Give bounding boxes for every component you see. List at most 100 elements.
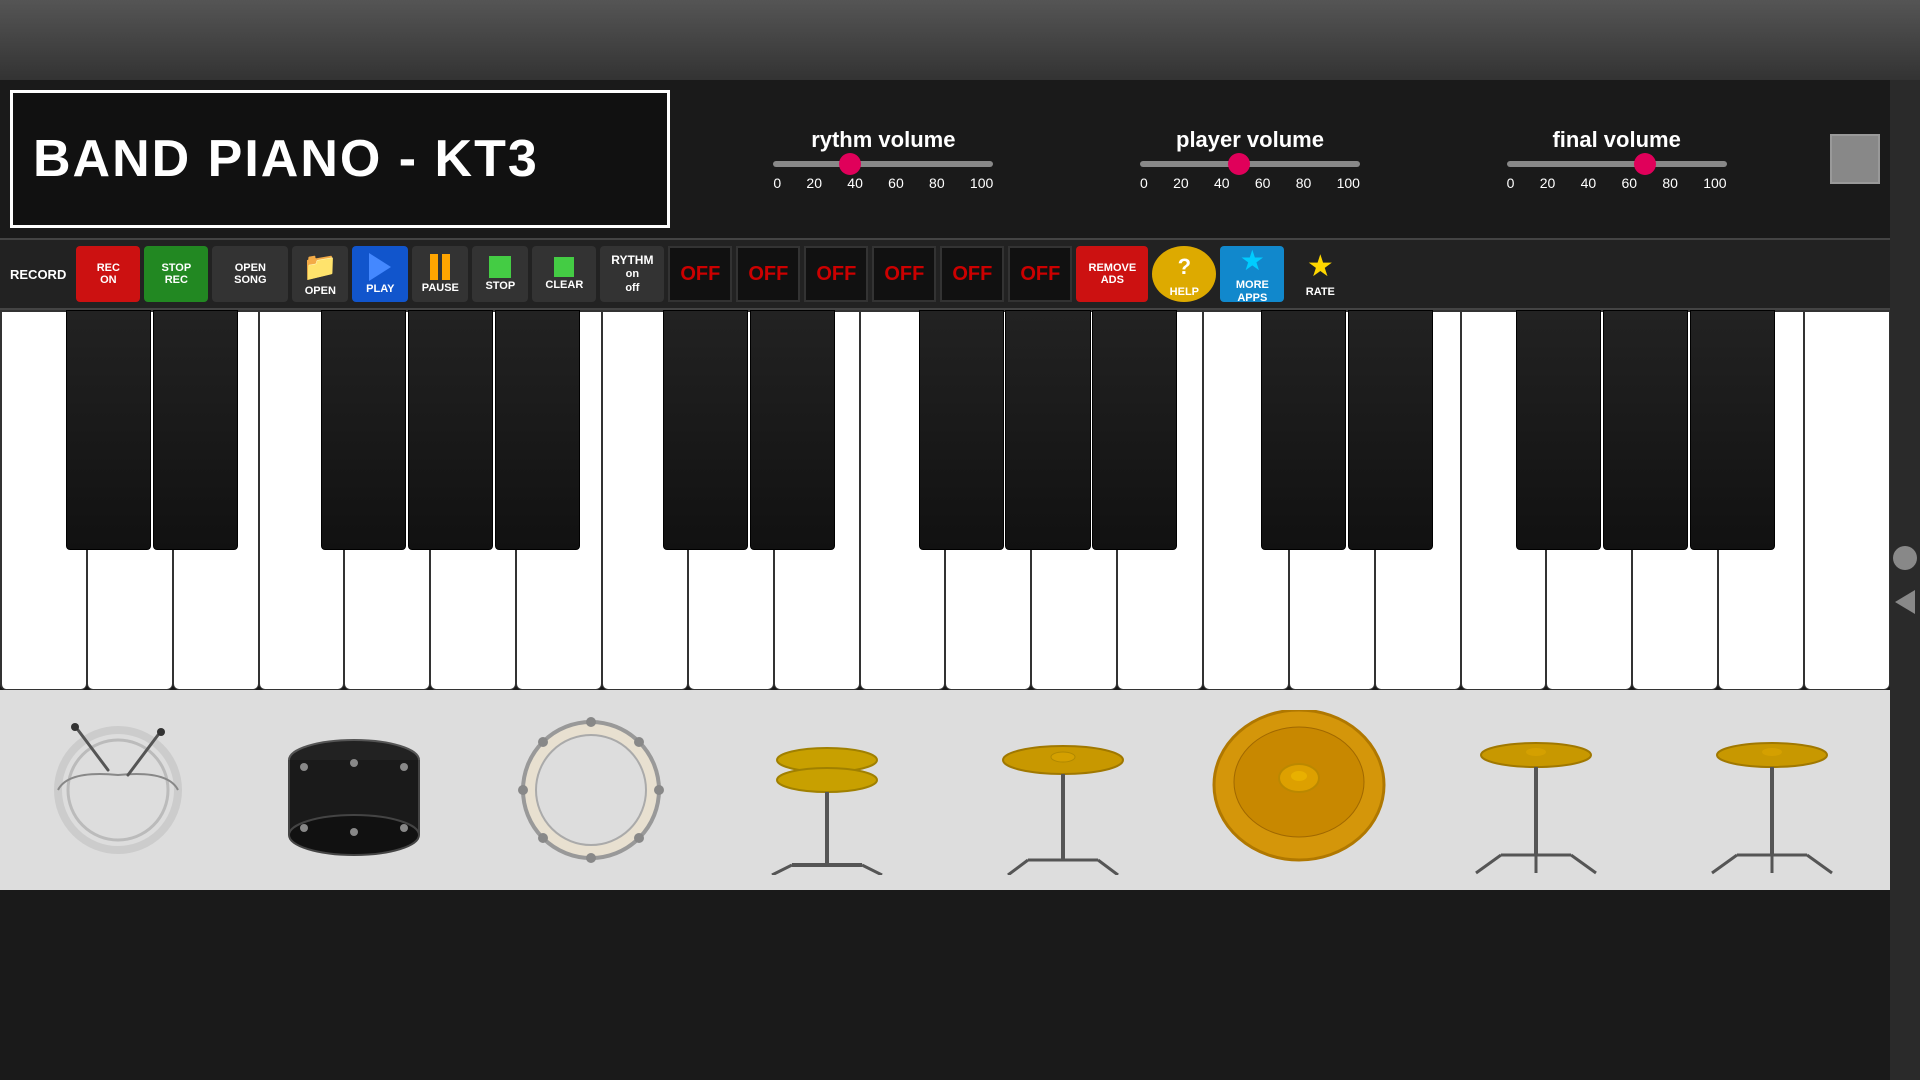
player-slider-container: 0 20 40 60 80 100	[1140, 161, 1360, 191]
title-box: BAND PIANO - KT3	[10, 90, 670, 228]
cymbal-stand-right[interactable]	[1418, 700, 1654, 880]
black-key-8[interactable]	[919, 310, 1004, 550]
final-volume-label: final volume	[1552, 127, 1680, 153]
pause-icon	[430, 254, 450, 280]
rythm-slider-thumb[interactable]	[839, 153, 861, 175]
snare-drum-svg	[48, 720, 188, 860]
final-slider-track[interactable]	[1507, 161, 1727, 167]
snare-drum[interactable]	[0, 700, 236, 880]
stop-rec-button[interactable]: STOPREC	[144, 246, 208, 302]
off-text-1: OFF	[680, 263, 720, 286]
tom-drum-svg	[279, 715, 429, 865]
volume-section: rythm volume 0 20 40 60 80 100	[680, 80, 1820, 238]
bass-drum-svg	[516, 715, 666, 865]
open-button[interactable]: 📁 OPEN	[292, 246, 348, 302]
play-label: PLAY	[366, 283, 394, 295]
rec-on-label: RECON	[97, 262, 120, 286]
player-slider-track[interactable]	[1140, 161, 1360, 167]
open-label: OPEN	[305, 285, 336, 297]
off-button-5[interactable]: OFF	[940, 246, 1004, 302]
open-song-button[interactable]: OPENSONG	[212, 246, 288, 302]
off-text-2: OFF	[748, 263, 788, 286]
clear-icon	[554, 257, 574, 277]
stop-icon	[489, 256, 511, 278]
final-slider-thumb[interactable]	[1634, 153, 1656, 175]
clear-label: CLEAR	[545, 279, 583, 291]
player-slider-thumb[interactable]	[1228, 153, 1250, 175]
rythm-volume-label: rythm volume	[811, 127, 955, 153]
settings-square[interactable]	[1830, 134, 1880, 184]
black-key-10[interactable]	[1092, 310, 1177, 550]
cymbal-stand-far-right[interactable]	[1654, 700, 1890, 880]
black-key-1[interactable]	[66, 310, 151, 550]
rythm-slider-track[interactable]	[773, 161, 993, 167]
rec-on-button[interactable]: RECON	[76, 246, 140, 302]
top-bar	[0, 0, 1920, 80]
side-circle[interactable]	[1893, 546, 1917, 570]
clear-button[interactable]: CLEAR	[532, 246, 596, 302]
off-button-6[interactable]: OFF	[1008, 246, 1072, 302]
black-key-12[interactable]	[1348, 310, 1433, 550]
rythm-label: RYTHMonoff	[611, 254, 653, 294]
off-text-6: OFF	[1020, 263, 1060, 286]
black-key-2[interactable]	[153, 310, 238, 550]
black-key-7[interactable]	[750, 310, 835, 550]
crash-svg	[988, 705, 1138, 875]
off-button-4[interactable]: OFF	[872, 246, 936, 302]
stop-rec-label: STOPREC	[161, 262, 191, 286]
toolbar: RECORD RECON STOPREC OPENSONG 📁 OPEN PLA…	[0, 240, 1890, 310]
black-key-9[interactable]	[1005, 310, 1090, 550]
hihat-svg	[752, 705, 902, 875]
rate-label: RATE	[1306, 286, 1335, 298]
keys-container	[0, 310, 1890, 690]
off-text-4: OFF	[884, 263, 924, 286]
stop-label: STOP	[485, 280, 515, 292]
black-key-5[interactable]	[495, 310, 580, 550]
pause-button[interactable]: PAUSE	[412, 246, 468, 302]
black-key-6[interactable]	[663, 310, 748, 550]
black-key-11[interactable]	[1261, 310, 1346, 550]
stop-button[interactable]: STOP	[472, 246, 528, 302]
help-label: HELP	[1170, 286, 1199, 298]
app-title: BAND PIANO - KT3	[33, 129, 539, 189]
cymbal-stand-right-svg	[1461, 705, 1611, 875]
rate-icon: ★	[1307, 249, 1334, 284]
rythm-button[interactable]: RYTHMonoff	[600, 246, 664, 302]
header-section: BAND PIANO - KT3 rythm volume 0 20 40 60…	[0, 80, 1890, 240]
rythm-slider-labels: 0 20 40 60 80 100	[773, 175, 993, 191]
tom-drum[interactable]	[236, 700, 472, 880]
help-button[interactable]: ? HELP	[1152, 246, 1216, 302]
off-text-5: OFF	[952, 263, 992, 286]
player-slider-labels: 0 20 40 60 80 100	[1140, 175, 1360, 191]
player-volume-label: player volume	[1176, 127, 1324, 153]
black-key-13[interactable]	[1516, 310, 1601, 550]
final-slider-labels: 0 20 40 60 80 100	[1507, 175, 1727, 191]
black-key-3[interactable]	[321, 310, 406, 550]
white-key-22[interactable]	[1804, 310, 1890, 690]
record-label: RECORD	[10, 267, 66, 282]
play-button[interactable]: PLAY	[352, 246, 408, 302]
black-key-4[interactable]	[408, 310, 493, 550]
off-text-3: OFF	[816, 263, 856, 286]
rate-button[interactable]: ★ RATE	[1288, 246, 1352, 302]
play-icon	[369, 253, 391, 281]
black-key-14[interactable]	[1603, 310, 1688, 550]
more-apps-label: MOREAPPS	[1236, 279, 1269, 303]
bass-drum[interactable]	[473, 700, 709, 880]
crash-cymbal-stand[interactable]	[945, 700, 1181, 880]
off-button-3[interactable]: OFF	[804, 246, 868, 302]
more-apps-button[interactable]: ★ MOREAPPS	[1220, 246, 1284, 302]
side-arrow-left[interactable]	[1895, 590, 1915, 614]
open-song-label: OPENSONG	[234, 262, 266, 286]
ride-cymbal[interactable]	[1181, 700, 1417, 880]
off-button-1[interactable]: OFF	[668, 246, 732, 302]
help-icon: ?	[1164, 250, 1204, 284]
final-slider-container: 0 20 40 60 80 100	[1507, 161, 1727, 191]
black-key-15[interactable]	[1690, 310, 1775, 550]
more-apps-icon: ★	[1240, 244, 1265, 277]
remove-ads-button[interactable]: REMOVEADS	[1076, 246, 1148, 302]
off-button-2[interactable]: OFF	[736, 246, 800, 302]
piano-wrapper	[0, 310, 1890, 690]
main-area: BAND PIANO - KT3 rythm volume 0 20 40 60…	[0, 80, 1890, 1080]
hi-hat-stand[interactable]	[709, 700, 945, 880]
